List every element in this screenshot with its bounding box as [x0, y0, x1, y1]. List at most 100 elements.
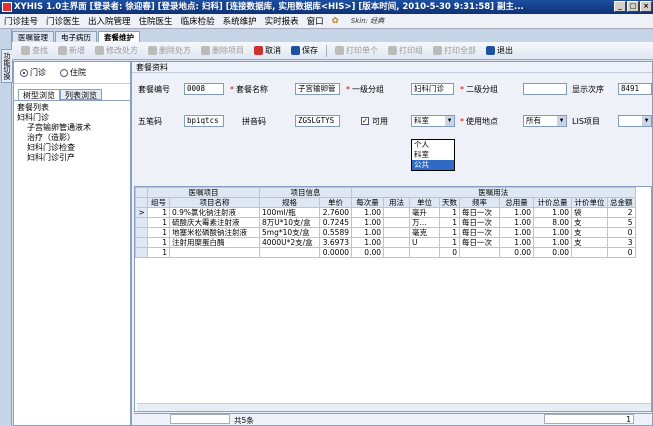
radio-inpatient[interactable]: 住院	[60, 67, 86, 78]
menu-inpatient-doctor[interactable]: 住院医生	[135, 15, 177, 27]
cat1-field[interactable]: 妇科门诊	[411, 83, 454, 95]
cat2-field[interactable]	[523, 83, 567, 95]
column-header[interactable]: 总用量	[499, 197, 534, 208]
dept-dropdown-list: 个人 科室 公共	[411, 139, 455, 171]
code-field[interactable]: 0008	[184, 83, 224, 95]
palette-icon[interactable]: ✿	[328, 16, 343, 26]
cat1-label: * 一级分组	[346, 85, 384, 94]
column-header[interactable]: 频率	[459, 197, 500, 208]
tree-item[interactable]: 妇科门诊引产	[17, 153, 127, 163]
visit-type-radios: 门诊 住院	[14, 62, 130, 84]
wubi-label: 五笔码	[138, 117, 162, 126]
menu-window[interactable]: 窗口	[303, 15, 328, 27]
menu-system[interactable]: 系统维护	[219, 15, 261, 27]
print-all-button[interactable]: 打印全部	[428, 45, 481, 56]
package-tree: 套餐列表 妇科门诊 子宫输卵管通液术 治疗（造影） 妇科门诊检查 妇科门诊引产	[14, 100, 130, 165]
print-group-button[interactable]: 打印组	[383, 45, 428, 56]
menu-outpatient-doctor[interactable]: 门诊医生	[42, 15, 84, 27]
dropdown-option[interactable]: 科室	[412, 150, 454, 160]
chevron-down-icon[interactable]: ▼	[445, 116, 454, 126]
code-label: 套餐编号	[138, 85, 170, 94]
menu-reports[interactable]: 实时报表	[261, 15, 303, 27]
print-single-button[interactable]: 打印单个	[330, 45, 383, 56]
column-header[interactable]: 计价总量	[533, 197, 572, 208]
menu-lab[interactable]: 临床检验	[177, 15, 219, 27]
left-panel: 门诊 住院 树型浏览 列表浏览 套餐列表 妇科门诊 子宫输卵管通液术 治疗（造影…	[13, 61, 131, 426]
section-title: 套餐资料	[132, 62, 652, 73]
column-header[interactable]: 用法	[383, 197, 410, 208]
column-header[interactable]: 单价	[319, 197, 352, 208]
column-header[interactable]: 总金额	[607, 197, 636, 208]
menu-outpatient-register[interactable]: 门诊挂号	[0, 15, 42, 27]
chevron-down-icon[interactable]: ▼	[642, 116, 651, 126]
edit-prescription-button[interactable]: 修改处方	[90, 45, 143, 56]
tree-item[interactable]: 治疗（造影）	[17, 133, 127, 143]
column-header[interactable]: 项目名称	[169, 197, 260, 208]
save-icon	[291, 46, 300, 55]
table-row[interactable]: 1 注射用糜蛋白酶 4000U*2支/盒 3.6973 1.00 U 1 每日一…	[135, 237, 636, 248]
package-editor: 套餐资料 套餐编号 0008 * 套餐名称 子宫输卵管 * 一级分组 妇科门诊 * 二…	[131, 61, 653, 426]
new-button[interactable]: 新增	[53, 45, 90, 56]
tab-emr[interactable]: 电子病历	[55, 31, 97, 42]
cat2-label: * 二级分组	[460, 85, 498, 94]
column-header[interactable]: 单位	[409, 197, 440, 208]
tab-orders[interactable]: 医嘱管理	[12, 31, 54, 42]
document-tabs: 医嘱管理 电子病历 套餐维护	[12, 29, 653, 42]
tree-item[interactable]: 子宫输卵管通液术	[17, 123, 127, 133]
total-field: 1	[544, 414, 634, 424]
table-row[interactable]: 1 0.0000 0.00 0 0.00 0.00 0	[135, 247, 636, 258]
column-header[interactable]: 天数	[439, 197, 460, 208]
delete-item-icon	[201, 46, 210, 55]
column-header[interactable]: 计价单位	[571, 197, 608, 208]
table-row[interactable]: 1 地塞米松磷酸钠注射液 5mg*10支/盒 0.5589 1.00 毫克 1 …	[135, 227, 636, 238]
exit-icon	[486, 46, 495, 55]
tab-tree-browse[interactable]: 树型浏览	[18, 89, 60, 100]
name-label: * 套餐名称	[230, 85, 268, 94]
chevron-down-icon[interactable]: ▼	[557, 116, 566, 126]
pinyin-field[interactable]: ZGSLGTYS	[295, 115, 340, 127]
dropdown-option[interactable]: 个人	[412, 140, 454, 150]
wubi-field[interactable]: bpiqtcs	[184, 115, 224, 127]
tab-list-browse[interactable]: 列表浏览	[60, 89, 102, 100]
column-header[interactable]: 每次量	[351, 197, 384, 208]
grid-status-bar: 共5条 1	[134, 413, 652, 425]
cancel-button[interactable]: 取消	[249, 45, 286, 56]
dropdown-option-selected[interactable]: 公共	[412, 160, 454, 170]
radio-outpatient[interactable]: 门诊	[20, 67, 46, 78]
delete-prescription-button[interactable]: 删除处方	[143, 45, 196, 56]
close-button[interactable]: ×	[640, 1, 652, 12]
dept-select[interactable]: 科室 ▼	[411, 115, 455, 127]
tree-root[interactable]: 套餐列表	[17, 103, 127, 113]
order-table: 医嘱项目 项目信息 医嘱用法 组号 项目名称 规格 单价 每次量 用法 单位 天…	[135, 187, 636, 258]
exit-button[interactable]: 退出	[481, 45, 518, 56]
maximize-button[interactable]: □	[627, 1, 639, 12]
order-grid: 医嘱项目 项目信息 医嘱用法 组号 项目名称 规格 单价 每次量 用法 单位 天…	[134, 186, 652, 412]
skin-selector[interactable]: Skin: 经典	[351, 16, 384, 26]
minimize-button[interactable]: _	[614, 1, 626, 12]
tab-package[interactable]: 套餐维护	[98, 31, 140, 42]
window-title-bar: XYHIS 1.0主界面 [登录者: 徐迎春] [登录地点: 妇科] [连接数据…	[0, 0, 653, 14]
order-field[interactable]: 8491	[618, 83, 652, 95]
tree-item[interactable]: 妇科门诊检查	[17, 143, 127, 153]
place-select[interactable]: 所有 ▼	[523, 115, 567, 127]
place-label: * 使用地点	[460, 117, 498, 126]
horizontal-scrollbar[interactable]	[137, 403, 651, 411]
usable-checkbox[interactable]: ✓	[361, 117, 369, 125]
menu-admission[interactable]: 出入院管理	[84, 15, 135, 27]
find-button[interactable]: 查找	[16, 45, 53, 56]
app-icon	[2, 2, 12, 12]
column-header[interactable]: 组号	[147, 197, 170, 208]
edit-icon	[95, 46, 104, 55]
delete-item-button[interactable]: 删除项目	[196, 45, 249, 56]
name-field[interactable]: 子宫输卵管	[295, 83, 340, 95]
add-icon	[58, 46, 67, 55]
function-strip: 功能切换	[0, 29, 13, 426]
lis-select[interactable]: ▼	[618, 115, 652, 127]
column-header[interactable]: 规格	[259, 197, 320, 208]
table-row[interactable]: > 1 0.9%氯化钠注射液 100ml/瓶 2.7600 1.00 毫升 1 …	[135, 207, 636, 218]
tree-group[interactable]: 妇科门诊	[17, 113, 127, 123]
save-button[interactable]: 保存	[286, 45, 323, 56]
window-title: XYHIS 1.0主界面 [登录者: 徐迎春] [登录地点: 妇科] [连接数据…	[14, 2, 524, 12]
table-row[interactable]: 1 硫酸庆大霉素注射液 8万U*10支/盒 0.7245 1.00 万... 1…	[135, 217, 636, 228]
order-label: 显示次序	[572, 85, 604, 94]
